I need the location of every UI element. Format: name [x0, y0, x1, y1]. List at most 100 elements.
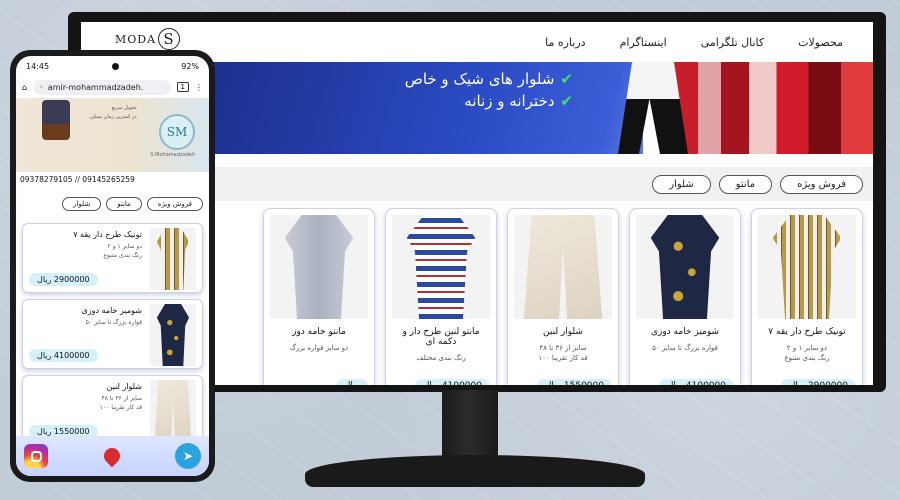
product-card[interactable]: مانتو لنین طرح دار و دکمه ای رنگ بندی مخ… — [385, 208, 497, 385]
status-bar: 14:45 92% — [16, 56, 209, 76]
product-card[interactable]: شومیز خامه دوزی قواره بزرگ تا سایز ۵۰ 41… — [629, 208, 741, 385]
price-value: 4100000 — [442, 381, 482, 385]
price-value: 2900000 — [808, 381, 848, 385]
tab-count[interactable]: 1 — [176, 82, 189, 92]
product-price: 2900000 ریال — [780, 379, 856, 385]
product-title: تونیک طرح دار یقه ۷ — [73, 230, 142, 239]
banner-lines: تحویل سریع در کمترین زمان ممکن — [90, 104, 137, 122]
currency: ریال — [667, 381, 683, 385]
product-price: 1550000 ریال — [536, 379, 612, 385]
product-desc-line: دو سایز ۱ و ۲ — [107, 243, 142, 250]
price-value: 2900000 — [53, 275, 90, 284]
filter-manteau[interactable]: مانتو — [718, 174, 773, 194]
browser-bar: ⌂ ◦ amir-mohammadzadeh. 1 ⋮ — [16, 76, 209, 98]
logo-circle: S — [158, 28, 181, 50]
filter-special-sale[interactable]: فروش ویژه — [146, 197, 203, 211]
menu-icon[interactable]: ⋮ — [195, 83, 203, 92]
contact-numbers: 09378279105 // 09145265259 — [20, 175, 135, 184]
product-image[interactable] — [636, 215, 734, 319]
product-image[interactable] — [758, 215, 856, 319]
product-desc-line: سایز از ۳۶ تا ۴۸ — [101, 395, 142, 402]
telegram-icon[interactable]: ➤ — [175, 443, 201, 469]
check-icon: ✔ — [560, 70, 573, 88]
phone-screen: 14:45 92% ⌂ ◦ amir-mohammadzadeh. 1 ⋮ تح… — [16, 56, 209, 476]
nav-telegram-channel[interactable]: کانال تلگرامی — [701, 36, 764, 49]
product-price: ریال — [335, 379, 368, 385]
product-photo — [154, 380, 192, 442]
product-card[interactable]: تونیک طرح دار یقه ۷ دو سایز ۱ و ۲ رنگ بند… — [22, 223, 203, 293]
phone-filter-bar: فروش ویژه مانتو شلوار — [16, 187, 209, 217]
phone-product-list: تونیک طرح دار یقه ۷ دو سایز ۱ و ۲ رنگ بند… — [16, 223, 209, 445]
product-price: 2900000 ریال — [29, 273, 98, 286]
monitor-base — [305, 455, 645, 487]
product-title: مانتو لنین طرح دار و دکمه ای — [402, 327, 480, 347]
product-desc-line: قواره بزرگ تا سایز ۵۰ — [85, 319, 142, 326]
banner-text: ✔ شلوار های شیک و خاص ✔ دخترانه و زنانه — [405, 68, 573, 112]
product-price: 4100000 ریال — [658, 379, 734, 385]
banner-line-1: تحویل سریع — [111, 105, 137, 111]
product-photo — [156, 304, 190, 366]
nav-instagram[interactable]: اینستاگرام — [620, 36, 667, 49]
product-title: تونیک طرح دار یقه ۷ — [768, 327, 846, 337]
instagram-icon[interactable] — [24, 444, 48, 468]
status-battery: 92% — [181, 61, 199, 71]
product-photo — [650, 215, 720, 319]
price-value: 4100000 — [53, 351, 90, 360]
product-desc: سایز از ۳۶ تا ۴۸ — [539, 344, 587, 352]
phone-social-bar: ➤ — [16, 436, 209, 476]
nav-products[interactable]: محصولات — [798, 36, 843, 49]
product-card[interactable]: شومیز خامه دوزی قواره بزرگ تا سایز ۵۰ 41… — [22, 299, 203, 369]
filter-pants[interactable]: شلوار — [652, 174, 711, 194]
product-desc: دو سایز ۱ و ۲ — [786, 344, 828, 352]
phone-frame: 14:45 92% ⌂ ◦ amir-mohammadzadeh. 1 ⋮ تح… — [10, 50, 215, 482]
product-card[interactable]: شلوار لنین سایز از ۳۶ تا ۴۸ قد کار تقریبا… — [22, 375, 203, 445]
product-grid: تونیک طرح دار یقه ۷ دو سایز ۱ و ۲ رنگ بن… — [211, 208, 873, 385]
banner-shoes-image — [42, 100, 70, 140]
lock-icon: ◦ — [39, 82, 44, 92]
site-logo[interactable]: S MODA — [115, 28, 181, 50]
home-icon[interactable]: ⌂ — [22, 83, 27, 92]
location-pin-icon[interactable] — [100, 444, 123, 468]
product-photo — [156, 228, 190, 290]
product-image[interactable] — [150, 228, 196, 290]
product-desc: دو سایز ۱ و ۲ رنگ بندی متنوع — [103, 242, 142, 260]
product-title: شومیز خامه دوزی — [650, 327, 720, 337]
banner-line-2: دخترانه و زنانه — [464, 92, 555, 110]
product-photo — [523, 215, 603, 319]
sm-logo-caption: S.Mohamadzadeh — [150, 152, 195, 158]
product-image[interactable] — [514, 215, 612, 319]
url-text: amir-mohammadzadeh. — [47, 82, 144, 92]
sm-logo-badge: SM — [159, 114, 195, 150]
product-image[interactable] — [150, 380, 196, 442]
price-value: 1550000 — [53, 427, 90, 436]
product-card[interactable]: مانتو خامه دوز دو سایز قواره بزرگ ریال — [263, 208, 375, 385]
monitor-stand — [442, 390, 498, 460]
banner-line-2: در کمترین زمان ممکن — [90, 114, 137, 120]
product-image[interactable] — [270, 215, 368, 319]
product-desc: رنگ بندی متنوع — [784, 354, 830, 362]
currency: ریال — [37, 427, 52, 436]
product-image[interactable] — [150, 304, 196, 366]
site-nav: محصولات کانال تلگرامی اینستاگرام درباره … — [545, 36, 843, 49]
banner-line-1: شلوار های شیک و خاص — [404, 70, 555, 88]
filter-manteau[interactable]: مانتو — [106, 197, 142, 211]
currency: ریال — [37, 351, 52, 360]
product-desc: دو سایز قواره بزرگ — [289, 344, 349, 352]
filter-pants[interactable]: شلوار — [62, 197, 102, 211]
category-filter-bar: فروش ویژه مانتو شلوار — [211, 167, 873, 201]
product-desc: قواره بزرگ تا سایز ۵۰ — [86, 318, 142, 327]
logo-text: MODA — [115, 32, 157, 46]
filter-special-sale[interactable]: فروش ویژه — [780, 174, 863, 194]
url-field[interactable]: ◦ amir-mohammadzadeh. — [33, 79, 171, 95]
product-card[interactable]: تونیک طرح دار یقه ۷ دو سایز ۱ و ۲ رنگ بن… — [751, 208, 863, 385]
product-image[interactable] — [392, 215, 490, 319]
product-photo — [406, 215, 476, 319]
nav-about-us[interactable]: درباره ما — [545, 36, 585, 49]
product-card[interactable]: شلوار لنین سایز از ۳۶ تا ۴۸ قد کار تقریب… — [507, 208, 619, 385]
currency: ریال — [37, 275, 52, 284]
product-title: مانتو خامه دوز — [292, 327, 346, 337]
currency: ریال — [545, 381, 561, 385]
product-title: شومیز خامه دوزی — [81, 306, 142, 315]
price-value: 1550000 — [564, 381, 604, 385]
product-photo — [772, 215, 842, 319]
